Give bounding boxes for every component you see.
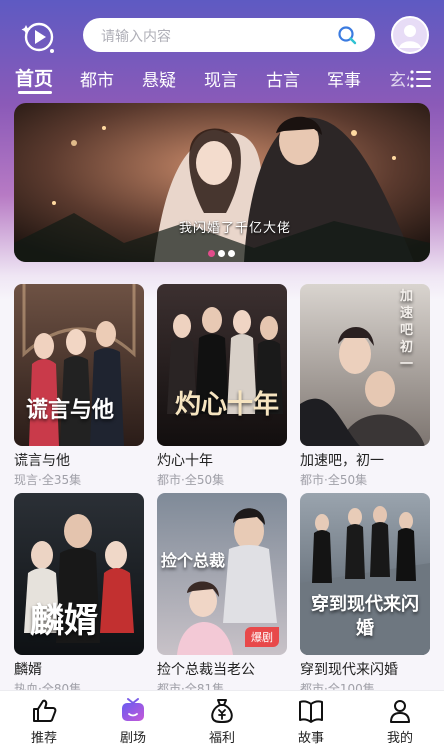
tab-home[interactable]: 首页 bbox=[15, 64, 53, 91]
search-placeholder: 请输入内容 bbox=[101, 29, 171, 45]
drama-card[interactable]: 穿到现代来闪婚 穿到现代来闪婚 都市·全100集 bbox=[300, 493, 430, 697]
thumbs-up-icon bbox=[33, 699, 57, 722]
nav-label: 福利 bbox=[208, 731, 235, 746]
drama-meta: 都市·全50集 bbox=[157, 473, 225, 487]
drama-poster[interactable]: 加速吧初一 bbox=[300, 284, 430, 446]
nav-story[interactable]: 故事 bbox=[281, 697, 341, 746]
search-icon[interactable] bbox=[337, 25, 357, 45]
poster-title: 谎言与他 bbox=[26, 397, 115, 423]
nav-label: 剧场 bbox=[119, 731, 146, 746]
active-tab-indicator bbox=[18, 91, 52, 94]
tv-icon bbox=[122, 698, 144, 721]
drama-title: 加速吧，初一 bbox=[300, 453, 384, 469]
drama-poster[interactable]: 穿到现代来闪婚 bbox=[300, 493, 430, 655]
bottom-nav: 推荐 剧场 福利 故事 我的 bbox=[0, 690, 444, 755]
top-bar: 请输入内容 bbox=[0, 12, 444, 62]
tab-suspense[interactable]: 悬疑 bbox=[142, 66, 176, 91]
poster-title: 穿到现代来闪婚 bbox=[311, 594, 419, 639]
nav-label: 我的 bbox=[386, 731, 413, 746]
drama-title: 穿到现代来闪婚 bbox=[300, 662, 398, 678]
drama-title: 谎言与他 bbox=[14, 453, 70, 469]
drama-title: 捡个总裁当老公 bbox=[157, 662, 255, 678]
drama-title: 灼心十年 bbox=[157, 453, 213, 469]
user-icon bbox=[390, 700, 410, 723]
drama-card[interactable]: 谎言与他 谎言与他 现言·全35集 bbox=[14, 284, 144, 488]
banner-pagination bbox=[208, 242, 248, 257]
poster-title: 加速吧初一 bbox=[400, 289, 414, 372]
banner-caption: 我闪婚了千亿大佬 bbox=[179, 221, 292, 236]
pagination-dot[interactable] bbox=[218, 250, 225, 257]
drama-meta: 现言·全35集 bbox=[14, 473, 82, 487]
nav-recommend[interactable]: 推荐 bbox=[14, 697, 74, 746]
banner-image bbox=[14, 103, 430, 262]
nav-label: 故事 bbox=[297, 731, 324, 746]
nav-label: 推荐 bbox=[30, 731, 57, 746]
drama-card[interactable]: 麟婿 麟婿 热血·全80集 bbox=[14, 493, 144, 697]
nav-theater[interactable]: 剧场 bbox=[103, 697, 163, 746]
drama-poster[interactable]: 灼心十年 bbox=[157, 284, 287, 446]
drama-meta: 都市·全50集 bbox=[300, 473, 368, 487]
drama-poster[interactable]: 谎言与他 bbox=[14, 284, 144, 446]
book-icon bbox=[299, 700, 323, 723]
nav-mine[interactable]: 我的 bbox=[370, 697, 430, 746]
nav-welfare[interactable]: 福利 bbox=[192, 697, 252, 746]
avatar[interactable] bbox=[391, 16, 429, 54]
tab-military[interactable]: 军事 bbox=[327, 66, 361, 91]
money-bag-icon bbox=[211, 699, 233, 724]
category-tabs: 首页 都市 悬疑 现言 古言 军事 玄幻 bbox=[0, 66, 444, 96]
tab-city[interactable]: 都市 bbox=[80, 66, 114, 91]
featured-banner[interactable]: 我闪婚了千亿大佬 bbox=[14, 103, 430, 262]
drama-card[interactable]: 灼心十年 灼心十年 都市·全50集 bbox=[157, 284, 287, 488]
poster-title: 捡个总裁 bbox=[161, 551, 226, 570]
tab-ancient-romance[interactable]: 古言 bbox=[266, 66, 300, 91]
app-logo-icon[interactable] bbox=[20, 18, 58, 56]
search-box[interactable]: 请输入内容 bbox=[83, 18, 375, 52]
menu-icon[interactable] bbox=[410, 70, 432, 88]
pagination-dot-active[interactable] bbox=[208, 250, 215, 257]
drama-card[interactable]: 捡个总裁 爆剧 捡个总裁当老公 都市·全81集 bbox=[157, 493, 287, 697]
hot-badge: 爆剧 bbox=[245, 627, 279, 647]
poster-title: 麟婿 bbox=[30, 601, 98, 641]
pagination-dot[interactable] bbox=[228, 250, 235, 257]
drama-poster[interactable]: 麟婿 bbox=[14, 493, 144, 655]
drama-title: 麟婿 bbox=[14, 662, 42, 678]
tab-fantasy[interactable]: 玄幻 bbox=[389, 66, 409, 91]
drama-poster[interactable]: 捡个总裁 爆剧 bbox=[157, 493, 287, 655]
tab-modern-romance[interactable]: 现言 bbox=[204, 66, 238, 91]
poster-title: 灼心十年 bbox=[175, 390, 280, 420]
drama-card[interactable]: 加速吧初一 加速吧，初一 都市·全50集 bbox=[300, 284, 430, 488]
